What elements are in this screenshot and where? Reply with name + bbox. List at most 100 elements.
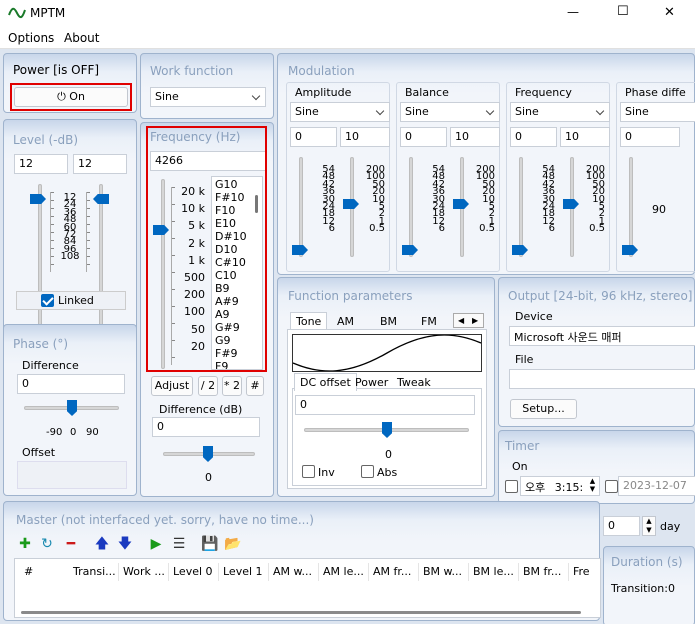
frequency-difference-thumb[interactable] <box>203 446 213 462</box>
column-divider[interactable] <box>218 563 219 581</box>
adjust-button[interactable]: Adjust <box>151 376 193 396</box>
phase-offset-area[interactable] <box>17 461 127 489</box>
balance-min-input[interactable]: 0 <box>400 127 447 147</box>
column-divider[interactable] <box>168 563 169 581</box>
open-folder-icon[interactable]: 📂 <box>224 535 242 553</box>
timer-date-checkbox[interactable] <box>605 480 618 493</box>
subtab-dc-offset[interactable]: DC offset <box>294 373 357 391</box>
inv-checkbox[interactable] <box>302 465 315 478</box>
col-header[interactable]: BM fr... <box>523 565 561 578</box>
col-header[interactable]: # <box>24 565 33 578</box>
master-table[interactable]: # Transi... Work ... Level 0 Level 1 AM … <box>14 558 601 618</box>
tab-am[interactable]: AM <box>332 313 359 330</box>
level-right-input[interactable]: 12 <box>73 154 127 174</box>
balance-depth-slider[interactable] <box>409 157 413 257</box>
amplitude-depth-slider[interactable] <box>299 157 303 257</box>
dc-offset-input[interactable]: 0 <box>295 395 475 415</box>
column-divider[interactable] <box>118 563 119 581</box>
tab-scroll-left-icon[interactable]: ◀ <box>458 314 464 327</box>
col-header[interactable]: Level 1 <box>223 565 263 578</box>
work-function-select[interactable]: Sine <box>150 87 266 107</box>
column-divider[interactable] <box>268 563 269 581</box>
refresh-icon[interactable]: ↻ <box>38 535 56 553</box>
col-header[interactable]: BM le... <box>473 565 514 578</box>
phase-difference-input[interactable]: 0 <box>17 374 125 394</box>
balance-rate-thumb[interactable] <box>453 199 469 209</box>
add-icon[interactable]: ✚ <box>16 535 34 553</box>
tab-bm[interactable]: BM <box>375 313 402 330</box>
column-divider[interactable] <box>368 563 369 581</box>
mod-frequency-depth-slider[interactable] <box>519 157 523 257</box>
mod-frequency-type-select[interactable]: Sine <box>510 102 610 122</box>
tab-tone[interactable]: Tone <box>290 312 328 330</box>
col-header[interactable]: Level 0 <box>173 565 213 578</box>
level-left-thumb[interactable] <box>30 194 46 204</box>
amplitude-rate-thumb[interactable] <box>343 199 359 209</box>
days-spin-icon[interactable]: ▲ ▼ <box>642 516 656 536</box>
list-icon[interactable]: ☰ <box>170 535 188 553</box>
remove-icon[interactable]: ━ <box>62 535 80 553</box>
col-header[interactable]: AM w... <box>273 565 312 578</box>
column-divider[interactable] <box>318 563 319 581</box>
divide-by-2-button[interactable]: / 2 <box>198 376 218 396</box>
balance-type-select[interactable]: Sine <box>400 102 500 122</box>
column-divider[interactable] <box>568 563 569 581</box>
horizontal-scrollbar[interactable] <box>21 611 581 614</box>
frequency-difference-input[interactable]: 0 <box>152 417 260 437</box>
level-left-input[interactable]: 12 <box>14 154 68 174</box>
col-header[interactable]: AM le... <box>323 565 364 578</box>
amplitude-max-input[interactable]: 10 <box>340 127 390 147</box>
close-button[interactable]: ✕ <box>664 5 675 20</box>
column-divider[interactable] <box>518 563 519 581</box>
mod-frequency-min-input[interactable]: 0 <box>510 127 557 147</box>
phase-diff-slider[interactable] <box>629 157 633 257</box>
tab-fm[interactable]: FM <box>416 313 442 330</box>
mod-frequency-title: Frequency <box>515 86 572 99</box>
menu-about[interactable]: About <box>64 31 99 45</box>
col-header[interactable]: AM fr... <box>373 565 411 578</box>
linked-checkbox[interactable] <box>41 294 54 307</box>
col-header[interactable]: Work ... <box>123 565 165 578</box>
minimize-button[interactable]: — <box>567 5 579 19</box>
move-down-icon[interactable]: 🡇 <box>116 535 134 553</box>
hash-button[interactable]: # <box>246 376 264 396</box>
menu-options[interactable]: Options <box>8 31 54 45</box>
mod-frequency-rate-thumb[interactable] <box>563 199 579 209</box>
mod-frequency-max-input[interactable]: 10 <box>560 127 610 147</box>
play-icon[interactable]: ▶ <box>147 535 165 553</box>
amplitude-min-input[interactable]: 0 <box>290 127 337 147</box>
level-right-thumb[interactable] <box>93 194 109 204</box>
phase-diff-type-select[interactable]: Sine <box>620 102 695 122</box>
level-scale: 12 24 36 48 60 72 84 96 108 <box>60 192 80 263</box>
subtab-power[interactable]: Power <box>350 374 393 391</box>
device-select[interactable]: Microsoft 사운드 매퍼 <box>509 326 695 346</box>
abs-checkbox[interactable] <box>361 465 374 478</box>
column-divider[interactable] <box>418 563 419 581</box>
balance-max-input[interactable]: 10 <box>450 127 500 147</box>
col-header[interactable]: Fre <box>573 565 590 578</box>
maximize-button[interactable]: ☐ <box>617 4 629 19</box>
file-input[interactable] <box>509 369 695 389</box>
phase-diff-min-input[interactable]: 0 <box>620 127 680 147</box>
transition-value[interactable]: 0 <box>668 582 675 595</box>
move-up-icon[interactable]: 🡅 <box>93 535 111 553</box>
amplitude-depth-thumb[interactable] <box>292 245 308 255</box>
save-icon[interactable]: 💾 <box>201 535 219 553</box>
days-input[interactable]: 0 <box>603 516 640 536</box>
mod-frequency-depth-thumb[interactable] <box>512 245 528 255</box>
tab-scroll-buttons[interactable]: ◀ ▶ <box>453 313 484 328</box>
amplitude-type-select[interactable]: Sine <box>290 102 390 122</box>
tab-scroll-right-icon[interactable]: ▶ <box>472 314 478 327</box>
balance-depth-thumb[interactable] <box>402 245 418 255</box>
timer-date-input[interactable]: 2023-12-07 <box>618 476 695 496</box>
timer-on-checkbox[interactable] <box>505 480 518 493</box>
column-divider[interactable] <box>468 563 469 581</box>
col-header[interactable]: Transi... <box>73 565 116 578</box>
timer-spin-icon[interactable]: ▲ ▼ <box>586 477 599 495</box>
phase-diff-thumb[interactable] <box>622 245 638 255</box>
setup-button[interactable]: Setup... <box>510 399 577 419</box>
col-header[interactable]: BM w... <box>423 565 462 578</box>
multiply-by-2-button[interactable]: * 2 <box>222 376 242 396</box>
subtab-tweak[interactable]: Tweak <box>392 374 436 391</box>
phase-difference-thumb[interactable] <box>67 400 77 416</box>
